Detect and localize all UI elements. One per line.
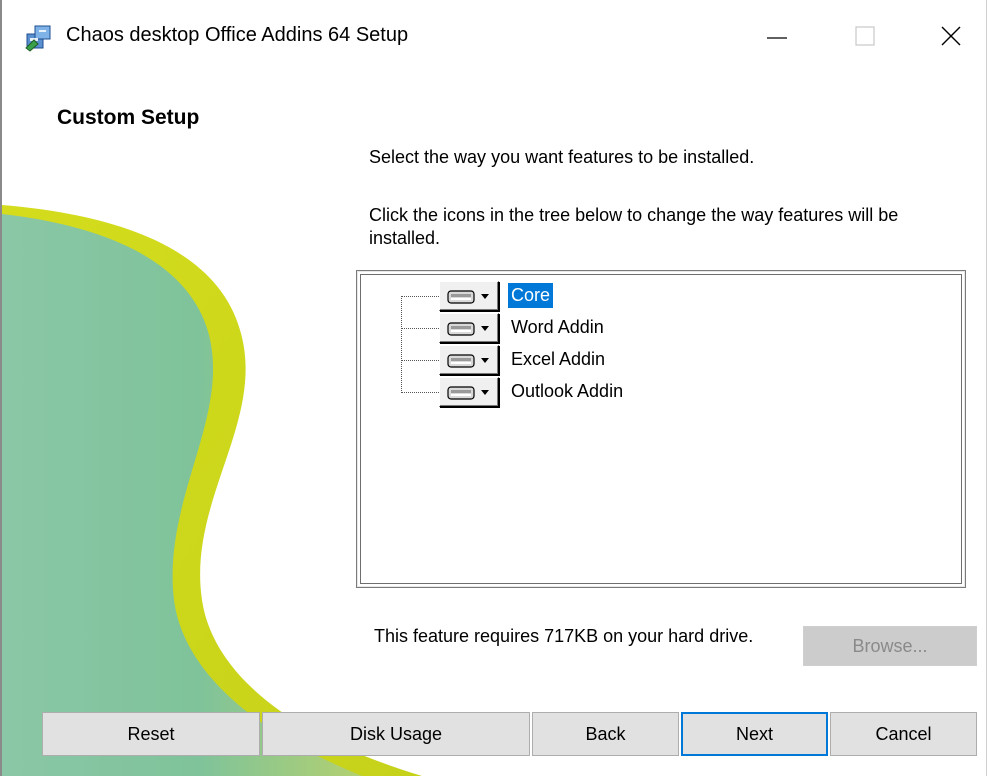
feature-label[interactable]: Word Addin [508,315,607,340]
window-title: Chaos desktop Office Addins 64 Setup [66,24,409,46]
setup-window: Chaos desktop Office Addins 64 Setup Cus… [0,0,987,776]
installer-package-icon [24,22,54,52]
feature-tree[interactable]: Core Word Addin Excel Addin Outlook Addi… [356,270,966,588]
feature-state-dropdown[interactable] [439,313,499,343]
disk-usage-button[interactable]: Disk Usage [262,712,530,756]
reset-button[interactable]: Reset [42,712,260,756]
instruction-text-2: Click the icons in the tree below to cha… [369,205,899,248]
instruction-text-1: Select the way you want features to be i… [369,147,755,167]
close-icon [941,26,961,46]
feature-state-dropdown[interactable] [439,281,499,311]
drive-install-dropdown-icon [447,354,489,368]
maximize-icon [855,26,875,46]
maximize-button[interactable] [834,0,894,68]
title-bar: Chaos desktop Office Addins 64 Setup [2,0,986,68]
tree-connector-line [401,296,402,393]
page-heading: Custom Setup [57,106,200,129]
tree-connector [401,392,439,393]
tree-connector [401,328,439,329]
feature-label[interactable]: Core [508,283,554,308]
feature-size-info: This feature requires 717KB on your hard… [374,626,754,646]
tree-connector [401,296,439,297]
close-button[interactable] [922,0,982,68]
drive-install-dropdown-icon [447,386,489,400]
feature-state-dropdown[interactable] [439,377,499,407]
browse-button[interactable]: Browse... [803,626,977,666]
minimize-button[interactable] [747,0,807,68]
tree-connector [401,360,439,361]
cancel-button[interactable]: Cancel [830,712,977,756]
next-button[interactable]: Next [681,712,828,756]
feature-label[interactable]: Excel Addin [508,347,608,372]
drive-install-dropdown-icon [447,290,489,304]
feature-state-dropdown[interactable] [439,345,499,375]
minimize-icon [767,37,787,39]
drive-install-dropdown-icon [447,322,489,336]
back-button[interactable]: Back [532,712,679,756]
feature-label[interactable]: Outlook Addin [508,379,626,404]
